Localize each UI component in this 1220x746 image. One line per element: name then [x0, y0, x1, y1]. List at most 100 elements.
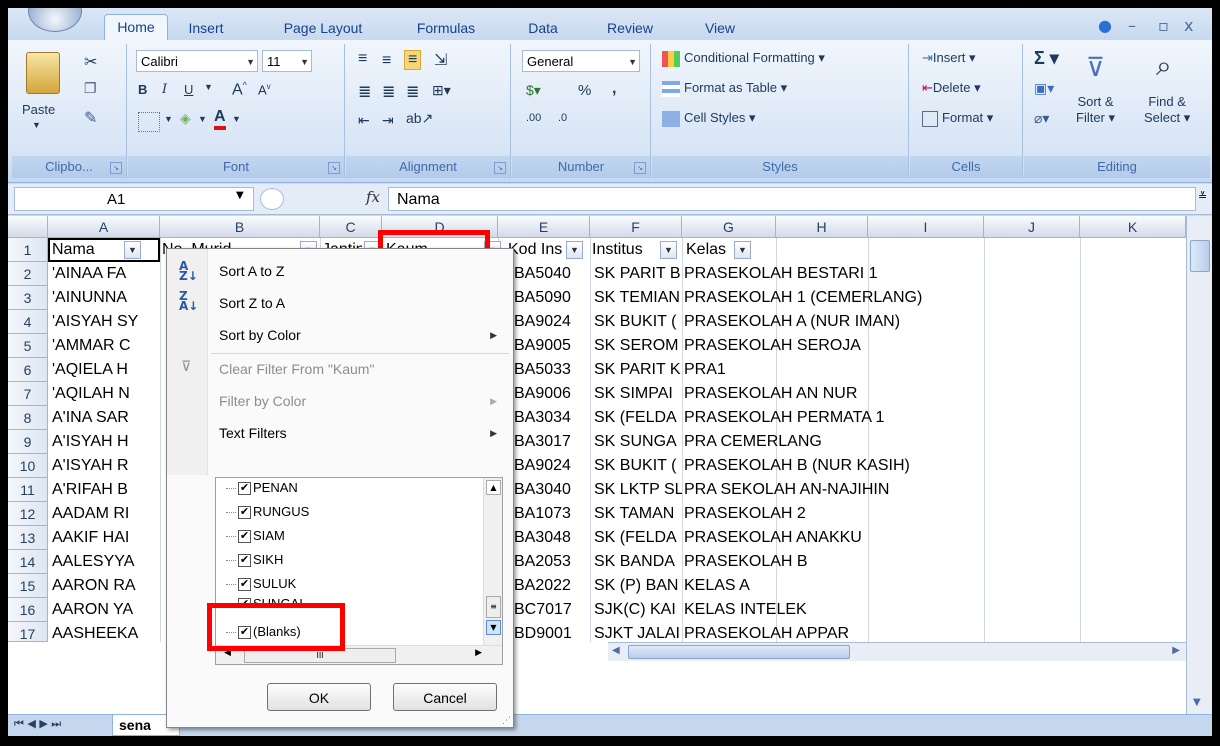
find-select-button[interactable]: Find & Select ▾ [1144, 94, 1190, 126]
cell-nama[interactable]: AALESYYA [52, 550, 158, 574]
cell-kelas[interactable]: PRASEKOLAH AN NUR [684, 382, 857, 406]
cell-kelas[interactable]: PRASEKOLAH 2 [684, 502, 806, 526]
row-header[interactable]: 17 [8, 622, 48, 642]
conditional-formatting-button[interactable]: Conditional Formatting ▾ [662, 50, 825, 67]
row-header[interactable]: 15 [8, 574, 48, 598]
row-header[interactable]: 12 [8, 502, 48, 526]
column-header-b[interactable]: B [160, 216, 320, 238]
find-select-icon[interactable]: ⌕ [1156, 50, 1172, 83]
filter-value-penan[interactable]: ✔ PENAN [238, 480, 298, 496]
cell-kod[interactable]: JBA5033 [506, 358, 590, 382]
cell-kod[interactable]: JBC7017 [506, 598, 590, 622]
cell-nama[interactable]: 'AQIELA H [52, 358, 158, 382]
cell-nama[interactable]: 'AINUNNA [52, 286, 158, 310]
cell-kod[interactable]: JBA9024 [506, 454, 590, 478]
decrease-indent-icon[interactable]: ⇤ [358, 112, 370, 129]
decrease-decimal-icon[interactable]: .0 [558, 112, 567, 124]
cell-kod[interactable]: JBA3048 [506, 526, 590, 550]
cell-nama[interactable]: 'AINAA FA [52, 262, 158, 286]
align-right-icon[interactable]: ≣ [406, 82, 419, 102]
row-header[interactable]: 14 [8, 550, 48, 574]
cell-kelas[interactable]: PRASEKOLAH APPAR [684, 622, 849, 642]
cell-institusi[interactable]: SK (FELDA [594, 526, 682, 550]
row-header[interactable]: 2 [8, 262, 48, 286]
font-name-select[interactable]: Calibri ▼ [136, 50, 258, 72]
comma-style-button[interactable]: , [612, 80, 616, 98]
list-scroll-right-icon[interactable]: ▶ [475, 648, 482, 658]
sheet-nav-icon[interactable]: ⏮ ◀ ▶ ⏭ [14, 717, 61, 731]
borders-button[interactable] [138, 112, 160, 132]
cell-institusi[interactable]: SK (P) BAN [594, 574, 682, 598]
cell-kelas[interactable]: PRASEKOLAH BESTARI 1 [684, 262, 878, 286]
filter-button-a[interactable]: ▼ [124, 238, 141, 262]
cell-kod[interactable]: JBA5090 [506, 286, 590, 310]
row-header[interactable]: 7 [8, 382, 48, 406]
cell-kod[interactable]: JBA1073 [506, 502, 590, 526]
format-cells-button[interactable]: Format ▾ [922, 110, 993, 127]
delete-cells-button[interactable]: ⇤Delete ▾ [922, 80, 981, 96]
paste-icon[interactable] [26, 52, 60, 94]
cell-kelas[interactable]: PRASEKOLAH SEROJA [684, 334, 861, 358]
horizontal-scrollbar[interactable]: ◀ ▶ [608, 642, 1186, 661]
checkbox-checked-icon[interactable]: ✔ [238, 482, 251, 496]
checkbox-checked-icon[interactable]: ✔ [238, 506, 251, 520]
filter-button-e[interactable]: ▼ [566, 238, 583, 262]
horizontal-scroll-thumb[interactable] [628, 645, 850, 659]
bold-button[interactable]: B [138, 82, 147, 97]
row-header[interactable]: 8 [8, 406, 48, 430]
font-size-select[interactable]: 11 ▼ [262, 50, 312, 72]
format-painter-icon[interactable]: ✎ [84, 108, 97, 128]
list-scroll-up-icon[interactable]: ▲ [486, 480, 501, 495]
scroll-down-icon[interactable]: ▼ [1193, 697, 1201, 708]
filter-button-g[interactable]: ▼ [734, 238, 751, 262]
cell-institusi[interactable]: SK PARIT K [594, 358, 682, 382]
row-header[interactable]: 10 [8, 454, 48, 478]
cell-nama[interactable]: A'INA SAR [52, 406, 158, 430]
cell-institusi[interactable]: SK BANDA [594, 550, 682, 574]
cell-kelas[interactable]: PRA CEMERLANG [684, 430, 822, 454]
cell-nama[interactable]: A'ISYAH H [52, 430, 158, 454]
sort-z-to-a[interactable]: Sort Z to A [219, 295, 285, 311]
close-icon[interactable]: x [1184, 16, 1193, 35]
row-header[interactable]: 6 [8, 358, 48, 382]
tab-formulas[interactable]: Formulas [408, 16, 484, 40]
increase-indent-icon[interactable]: ⇥ [382, 112, 394, 129]
wrap-text-icon[interactable]: ⇲ [434, 50, 447, 70]
cell-nama[interactable]: AADAM RI [52, 502, 158, 526]
cell-nama[interactable]: AARON YA [52, 598, 158, 622]
cell-kelas[interactable]: KELAS INTELEK [684, 598, 807, 622]
cell-nama[interactable]: 'AMMAR C [52, 334, 158, 358]
cell-institusi[interactable]: SK SEROM [594, 334, 682, 358]
cell-institusi[interactable]: SK LKTP SL [594, 478, 682, 502]
italic-button[interactable]: I [162, 82, 167, 97]
minimize-icon[interactable]: – [1128, 16, 1136, 35]
cell-kelas[interactable]: PRA SEKOLAH AN-NAJIHIN [684, 478, 889, 502]
row-header[interactable]: 11 [8, 478, 48, 502]
sort-by-color[interactable]: Sort by Color [219, 327, 301, 343]
cell-institusi[interactable]: SJK(C) KAI [594, 598, 682, 622]
row-header[interactable]: 9 [8, 430, 48, 454]
font-color-dropdown-icon[interactable]: ▼ [232, 114, 241, 124]
clear-icon[interactable]: ⌀▾ [1034, 110, 1049, 127]
font-color-button[interactable]: A [214, 108, 226, 130]
restore-icon[interactable]: ▫ [1158, 16, 1169, 35]
column-header-h[interactable]: H [776, 216, 868, 238]
increase-decimal-icon[interactable]: .00 [526, 112, 541, 124]
column-header-a[interactable]: A [48, 216, 160, 238]
fill-color-icon[interactable]: ◈ [180, 110, 191, 127]
merge-center-icon[interactable]: ⊞▾ [432, 82, 451, 99]
tab-data[interactable]: Data [520, 16, 566, 40]
cell-institusi[interactable]: SJKT JALAI [594, 622, 682, 642]
filter-value-suluk[interactable]: ✔ SULUK [238, 576, 296, 592]
cell-nama[interactable]: AASHEEKA [52, 622, 158, 642]
grow-font-button[interactable]: A^ [232, 80, 247, 99]
clipboard-launcher-icon[interactable]: ↘ [110, 162, 122, 174]
help-icon[interactable]: ● [1098, 16, 1112, 35]
align-top-icon[interactable]: ≡ [358, 50, 367, 68]
list-scroll-thumb[interactable]: ≡ [486, 596, 501, 618]
cell-institusi[interactable]: SK TEMIAN [594, 286, 682, 310]
filter-value-rungus[interactable]: ✔ RUNGUS [238, 504, 309, 520]
number-format-select[interactable]: General ▼ [522, 50, 640, 72]
cell-kelas[interactable]: PRASEKOLAH PERMATA 1 [684, 406, 884, 430]
select-all-button[interactable] [8, 216, 48, 238]
